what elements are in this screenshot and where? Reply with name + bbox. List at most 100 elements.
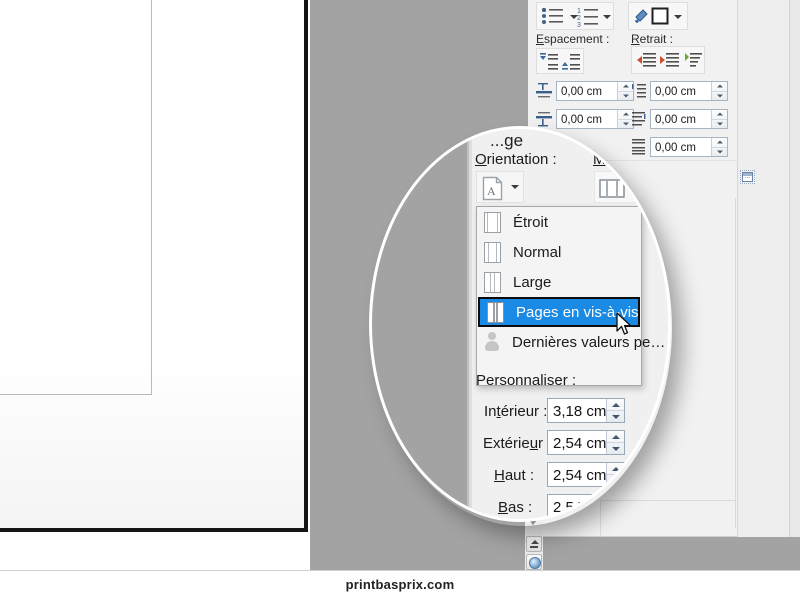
svg-text:2: 2 [577, 15, 581, 22]
indent-first-line-stepper[interactable] [711, 138, 727, 156]
magnified-group-title: ...ge [490, 131, 524, 150]
svg-text:3: 3 [577, 22, 581, 29]
inside-margin-decrement[interactable] [607, 411, 624, 422]
increase-indent-icon[interactable] [658, 51, 680, 71]
margins-mirrored-icon [599, 179, 625, 198]
magnified-outside-label: Extérieur : [483, 435, 552, 452]
gallery-item-normal[interactable]: Normal [477, 237, 641, 267]
inside-margin-stepper[interactable] [606, 399, 624, 422]
marge-chevron-down-icon[interactable] [632, 185, 640, 189]
indent-left-decrement[interactable] [712, 92, 727, 101]
indent-right-stepper[interactable] [711, 110, 727, 128]
bottom-margin-decrement[interactable] [607, 507, 624, 518]
top-margin-decrement[interactable] [607, 475, 624, 486]
indent-right-increment[interactable] [712, 110, 727, 120]
space-before-icon [536, 83, 552, 98]
space-after-icon [536, 112, 552, 127]
decrease-indent-icon[interactable] [635, 51, 657, 71]
dialog-launcher-glyph: … [742, 172, 753, 182]
retrait-group-label: Retrait : [631, 32, 674, 46]
borders-icon[interactable] [651, 7, 669, 25]
previous-page-button[interactable] [526, 536, 542, 552]
ribbon-inner-vline [735, 198, 736, 528]
indent-right-spin[interactable]: 0,00 cm [650, 109, 728, 129]
outside-margin-field[interactable]: 2,54 cm [547, 430, 625, 455]
margin-normal-icon [484, 241, 501, 263]
svg-text:A: A [487, 184, 496, 198]
magnified-orientation-label: Orientation : [475, 151, 557, 168]
numbered-list-icon[interactable]: 1 2 3 [577, 4, 603, 30]
indent-left-value[interactable]: 0,00 cm [651, 82, 711, 100]
paragraph-dialog-launcher-icon[interactable]: … [740, 170, 755, 184]
recent-person-icon [484, 332, 500, 352]
outside-margin-value[interactable]: 2,54 cm [548, 431, 606, 454]
indent-left-stepper[interactable] [711, 82, 727, 100]
line-spacing-before-icon[interactable] [539, 52, 559, 71]
list-buttons-bar: 1 2 3 [536, 2, 614, 30]
outside-margin-stepper[interactable] [606, 431, 624, 454]
bottom-margin-value[interactable]: 2,54 cm [548, 495, 606, 518]
magnified-top-label: Haut : [494, 467, 535, 484]
top-margin-value[interactable]: 2,54 cm [548, 463, 606, 486]
space-after-spin[interactable]: 0,00 cm [556, 109, 634, 129]
gallery-item-normal-label: Normal [513, 243, 562, 261]
gallery-item-narrow[interactable]: Étroit [477, 207, 641, 237]
indent-first-line-decrement[interactable] [712, 148, 727, 157]
magnified-bottom-label: Bas : [498, 499, 533, 516]
orientation-chevron-down-icon[interactable] [511, 185, 519, 189]
magnified-truncated-colon: : [658, 221, 663, 238]
svg-text:1: 1 [577, 8, 581, 15]
outside-margin-decrement[interactable] [607, 443, 624, 454]
indent-right-icon [632, 112, 646, 126]
gallery-item-wide[interactable]: Large [477, 267, 641, 297]
inside-margin-increment[interactable] [607, 399, 624, 411]
outside-margin-increment[interactable] [607, 431, 624, 443]
page-margin-guide [0, 0, 152, 395]
space-after-value[interactable]: 0,00 cm [557, 110, 617, 128]
page-up-icon [531, 540, 539, 544]
magnified-personnaliser-heading: Personnaliser : [476, 372, 577, 389]
inside-margin-value[interactable]: 3,18 cm [548, 399, 606, 422]
bottom-margin-increment[interactable] [607, 495, 624, 507]
space-before-spin[interactable]: 0,00 cm [556, 81, 634, 101]
magnified-orientation-button[interactable]: A [476, 171, 524, 203]
indent-right-decrement[interactable] [712, 120, 727, 129]
top-margin-stepper[interactable] [606, 463, 624, 486]
shading-borders-bar [628, 2, 688, 30]
inside-margin-field[interactable]: 3,18 cm [547, 398, 625, 423]
space-before-value[interactable]: 0,00 cm [557, 82, 617, 100]
screenshot-root: 1 2 3 EEspacement :spacement : [0, 0, 800, 600]
margin-narrow-icon [484, 211, 501, 233]
ribbon-right-column [738, 0, 790, 537]
numbered-list-caret-icon[interactable] [603, 15, 611, 19]
borders-caret-icon[interactable] [674, 15, 682, 19]
sort-icon[interactable] [681, 51, 703, 71]
indent-first-line-increment[interactable] [712, 138, 727, 148]
page-portrait-icon: A [482, 176, 503, 201]
mouse-cursor [616, 312, 633, 337]
bottom-margin-stepper[interactable] [606, 495, 624, 518]
indent-right-value[interactable]: 0,00 cm [651, 110, 711, 128]
shading-fill-icon[interactable] [632, 6, 652, 26]
indent-left-increment[interactable] [712, 82, 727, 92]
espacement-buttons-bar [536, 48, 584, 74]
top-margin-field[interactable]: 2,54 cm [547, 462, 625, 487]
browse-object-icon [529, 557, 541, 569]
margin-wide-icon [484, 271, 501, 293]
gallery-item-narrow-label: Étroit [513, 213, 549, 231]
margin-mirrored-icon [487, 301, 504, 323]
retrait-buttons-bar [631, 46, 705, 74]
document-page[interactable] [0, 0, 308, 532]
footer-divider [0, 570, 800, 571]
indent-left-icon [632, 84, 646, 98]
margins-gallery-dropdown[interactable]: Étroit Normal Large Pages en vis-à-vis D… [476, 206, 665, 386]
gallery-item-wide-label: Large [513, 273, 552, 291]
top-margin-increment[interactable] [607, 463, 624, 475]
page-up-bar-icon [530, 546, 538, 548]
indent-left-spin[interactable]: 0,00 cm [650, 81, 728, 101]
select-browse-object-button[interactable] [526, 554, 542, 570]
bottom-margin-field[interactable]: 2,54 cm [547, 494, 625, 519]
line-spacing-after-icon[interactable] [561, 52, 581, 71]
magnified-marge-button[interactable] [594, 171, 642, 203]
watermark-text: printbasprix.com [345, 577, 455, 592]
